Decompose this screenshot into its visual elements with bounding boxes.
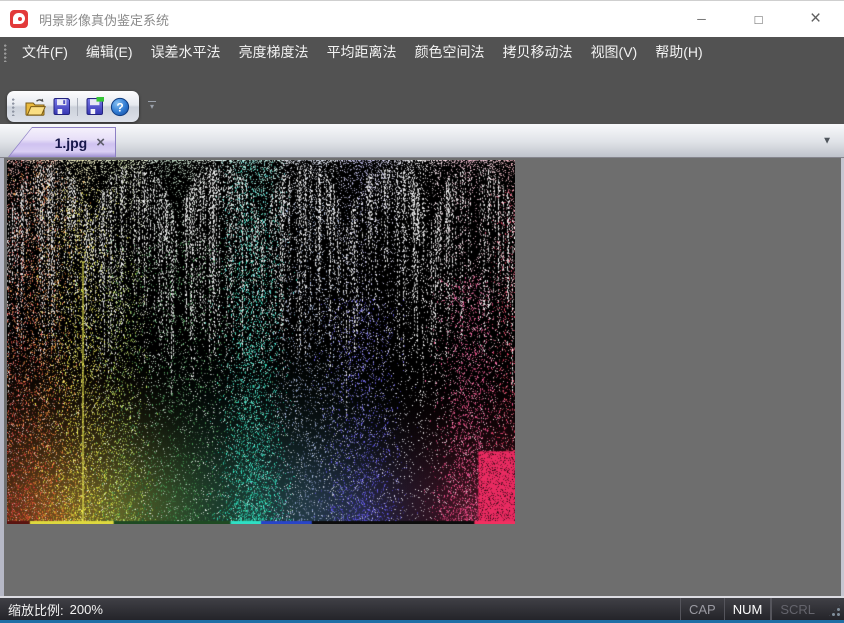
tab-1jpg-surface: 1.jpg × xyxy=(9,128,115,157)
menu-item-help[interactable]: 帮助(H) xyxy=(646,37,711,68)
title-bar[interactable]: 明景影像真伪鉴定系统 ─ □ × xyxy=(0,1,844,37)
toolbar-overflow-button[interactable]: ▾ xyxy=(148,101,156,110)
app-logo-dot xyxy=(18,17,22,21)
zoom-ratio-label: 缩放比例: xyxy=(8,600,64,619)
image-viewer-area xyxy=(0,158,844,596)
menubar-grip-handle[interactable] xyxy=(4,44,9,62)
tab-label: 1.jpg xyxy=(55,135,88,151)
close-button[interactable]: × xyxy=(787,1,844,37)
keyboard-state-indicators: CAP NUM SCRL xyxy=(680,598,823,620)
menu-item-copy-move[interactable]: 拷贝移动法 xyxy=(494,37,582,68)
save-as-button[interactable] xyxy=(81,94,107,120)
open-folder-icon xyxy=(24,97,46,116)
save-as-icon xyxy=(85,97,104,116)
menu-item-file[interactable]: 文件(F) xyxy=(13,37,77,68)
minimize-button[interactable]: ─ xyxy=(673,1,730,37)
open-file-button[interactable] xyxy=(22,94,48,120)
save-button[interactable] xyxy=(48,94,74,120)
menu-item-error-level[interactable]: 误差水平法 xyxy=(142,37,230,68)
status-bar: 缩放比例: 200% CAP NUM SCRL xyxy=(0,596,844,623)
tab-list-dropdown-icon[interactable]: ▼ xyxy=(822,135,832,146)
menu-item-average-distance[interactable]: 平均距离法 xyxy=(318,37,406,68)
menu-bar: 文件(F) 编辑(E) 误差水平法 亮度梯度法 平均距离法 颜色空间法 拷贝移动… xyxy=(0,37,844,68)
menu-item-edit[interactable]: 编辑(E) xyxy=(77,37,142,68)
window-title: 明景影像真伪鉴定系统 xyxy=(39,10,169,29)
help-icon: ? xyxy=(110,97,130,117)
app-window: 明景影像真伪鉴定系统 ─ □ × 文件(F) 编辑(E) 误差水平法 亮度梯度法… xyxy=(0,0,844,623)
zoom-ratio-value: 200% xyxy=(70,602,103,617)
caps-lock-indicator: CAP xyxy=(680,598,724,620)
window-controls: ─ □ × xyxy=(673,1,844,37)
document-tab-strip: 1.jpg × ▼ xyxy=(0,124,844,158)
toolbar-grip-handle[interactable] xyxy=(12,98,17,116)
num-lock-indicator: NUM xyxy=(724,598,772,620)
image-canvas[interactable] xyxy=(7,160,515,524)
menu-item-color-space[interactable]: 颜色空间法 xyxy=(406,37,494,68)
svg-text:?: ? xyxy=(116,100,123,114)
chevron-down-icon: ▾ xyxy=(150,103,154,110)
toolbar-strip: ? ▾ xyxy=(0,68,844,124)
maximize-button[interactable]: □ xyxy=(730,1,787,37)
save-icon xyxy=(52,97,71,116)
toolbar: ? xyxy=(7,91,139,122)
menu-item-luminance-gradient[interactable]: 亮度梯度法 xyxy=(230,37,318,68)
help-button[interactable]: ? xyxy=(107,94,133,120)
toolbar-separator xyxy=(77,98,78,116)
menu-item-view[interactable]: 视图(V) xyxy=(582,37,647,68)
window-resize-grip[interactable] xyxy=(827,603,842,618)
scroll-lock-indicator: SCRL xyxy=(771,598,823,620)
tab-1jpg[interactable]: 1.jpg × xyxy=(8,127,116,157)
app-logo-icon xyxy=(10,10,28,28)
tab-close-icon[interactable]: × xyxy=(96,136,105,150)
